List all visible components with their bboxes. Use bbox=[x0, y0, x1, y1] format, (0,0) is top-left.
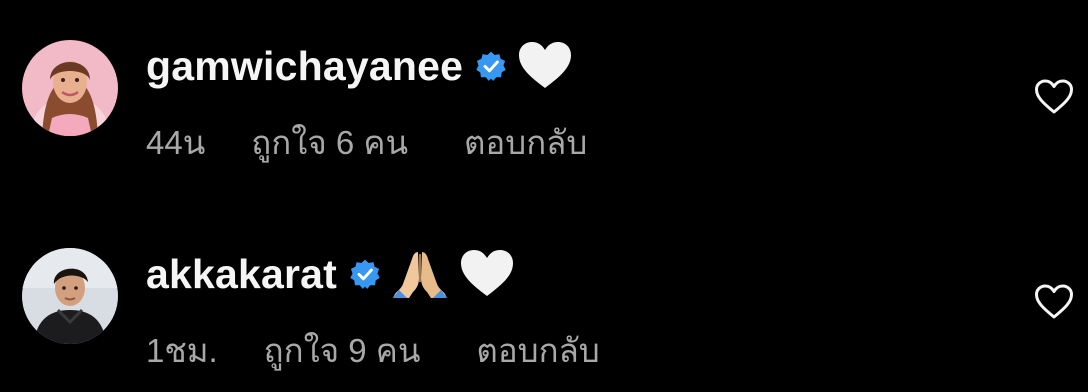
comment-timestamp: 1ชม. bbox=[146, 332, 218, 369]
comment-timestamp: 44น bbox=[146, 124, 206, 161]
comment-meta: 1ชม. ถูกใจ 9 คน ตอบกลับ bbox=[146, 324, 600, 377]
like-heart-icon[interactable] bbox=[1034, 284, 1074, 320]
comment-header: gamwichayanee bbox=[146, 38, 573, 94]
reply-button[interactable]: ตอบกลับ bbox=[476, 324, 599, 377]
comment-header: akkakarat bbox=[146, 246, 515, 302]
like-count[interactable]: ถูกใจ 9 คน bbox=[264, 324, 421, 377]
comment-item: akkakarat 1ชม. ถูกใจ 9 คน ตอบกลับ bbox=[0, 228, 1088, 388]
like-count[interactable]: ถูกใจ 6 คน bbox=[251, 116, 408, 169]
username[interactable]: akkakarat bbox=[146, 251, 337, 298]
avatar-photo bbox=[22, 248, 118, 344]
avatar[interactable] bbox=[22, 248, 118, 344]
white-heart-emoji-icon bbox=[459, 248, 515, 300]
reply-button[interactable]: ตอบกลับ bbox=[464, 116, 587, 169]
comment-meta: 44น ถูกใจ 6 คน ตอบกลับ bbox=[146, 116, 587, 169]
verified-badge-icon bbox=[475, 50, 507, 82]
username[interactable]: gamwichayanee bbox=[146, 43, 463, 90]
comment-item: gamwichayanee 44น ถูกใจ 6 คน ตอบกลับ bbox=[0, 20, 1088, 180]
avatar[interactable] bbox=[22, 40, 118, 136]
white-heart-emoji-icon bbox=[517, 40, 573, 92]
like-heart-icon[interactable] bbox=[1034, 79, 1074, 115]
avatar-photo bbox=[22, 40, 118, 136]
folded-hands-emoji-icon bbox=[391, 248, 449, 300]
verified-badge-icon bbox=[349, 258, 381, 290]
